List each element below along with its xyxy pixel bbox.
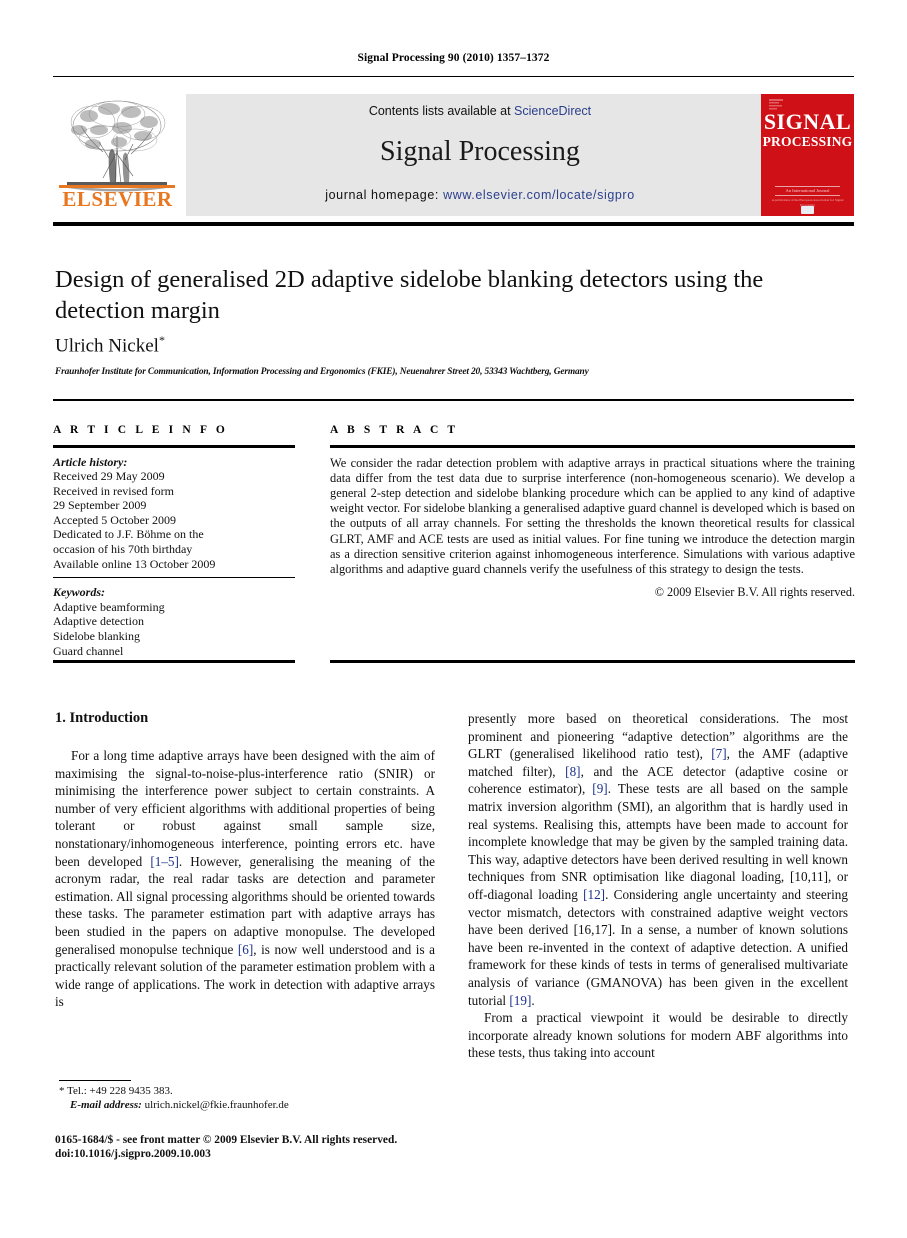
history-item: Received in revised form <box>53 483 174 498</box>
paragraph-text: . <box>531 992 535 1008</box>
footnote-rule <box>59 1080 131 1081</box>
history-item: Dedicated to J.F. Böhme on the <box>53 527 204 542</box>
abstract-text: We consider the radar detection problem … <box>330 455 855 576</box>
body-column-left: 1. Introduction For a long time adaptive… <box>55 710 435 1011</box>
citation-ref[interactable]: [9] <box>592 781 607 796</box>
article-info-heading: A R T I C L E I N F O <box>53 424 228 436</box>
abstract-copyright: © 2009 Elsevier B.V. All rights reserved… <box>654 585 855 600</box>
citation-ref[interactable]: [6] <box>238 942 253 957</box>
contents-band: Contents lists available at ScienceDirec… <box>186 94 774 216</box>
abstract-bottom-rule <box>330 660 855 663</box>
header-rule <box>53 76 854 77</box>
elsevier-wordmark: ELSEVIER <box>62 187 173 211</box>
issn-copyright-line: 0165-1684/$ - see front matter © 2009 El… <box>55 1134 398 1146</box>
footnote-block: * Tel.: +49 228 9435 383. E-mail address… <box>59 1084 439 1112</box>
colophon-block: 0165-1684/$ - see front matter © 2009 El… <box>55 1133 455 1161</box>
history-item: 29 September 2009 <box>53 498 147 513</box>
elsevier-tree-icon <box>59 96 175 192</box>
history-item: Available online 13 October 2009 <box>53 556 216 571</box>
running-head: Signal Processing 90 (2010) 1357–1372 <box>357 52 550 64</box>
paragraph-text: For a long time adaptive arrays have bee… <box>55 748 435 869</box>
citation-ref[interactable]: [8] <box>565 764 580 779</box>
article-history-block: Article history: Received 29 May 2009 Re… <box>53 455 295 572</box>
body-paragraph: presently more based on theoretical cons… <box>468 710 848 1009</box>
citation-ref[interactable]: [1–5] <box>150 854 179 869</box>
body-paragraph: For a long time adaptive arrays have bee… <box>55 747 435 1011</box>
keyword-item: Sidelobe blanking <box>53 629 140 644</box>
title-bottom-rule <box>53 399 854 401</box>
page-title: Design of generalised 2D adaptive sidelo… <box>55 266 764 324</box>
cover-title-line2: PROCESSING <box>762 134 853 149</box>
abstract-heading: A B S T R A C T <box>330 424 459 436</box>
citation-ref[interactable]: [19] <box>509 993 531 1008</box>
section-heading-introduction: 1. Introduction <box>55 710 149 726</box>
cover-title-line1: SIGNAL <box>763 109 852 134</box>
paper-page: Signal Processing 90 (2010) 1357–1372 EL… <box>0 0 907 1238</box>
affiliation: Fraunhofer Institute for Communication, … <box>55 367 589 377</box>
article-info-heading-rule <box>53 445 295 448</box>
contents-available-line: Contents lists available at ScienceDirec… <box>186 104 774 118</box>
author-label: Ulrich Nickel <box>55 335 159 357</box>
email-address-label: E-mail address: <box>70 1099 142 1111</box>
cover-subtitle: An International Journal <box>775 186 840 196</box>
article-info-divider <box>53 577 295 579</box>
email-address-value[interactable]: ulrich.nickel@fkie.fraunhofer.de <box>142 1099 289 1111</box>
body-column-right: presently more based on theoretical cons… <box>468 710 848 1062</box>
history-item: Accepted 5 October 2009 <box>53 512 176 527</box>
body-paragraph: From a practical viewpoint it would be d… <box>468 1010 848 1061</box>
sciencedirect-link[interactable]: ScienceDirect <box>514 104 591 118</box>
journal-title: Signal Processing <box>380 136 580 167</box>
doi-line[interactable]: doi:10.1016/j.sigpro.2009.10.003 <box>55 1147 455 1161</box>
keywords-block: Keywords: Adaptive beamforming Adaptive … <box>53 585 295 658</box>
masthead-bottom-rule <box>53 222 854 226</box>
journal-cover-thumbnail: SIGNAL PROCESSING An International Journ… <box>761 94 854 216</box>
citation-ref[interactable]: [7] <box>711 746 726 761</box>
footnote-tel-line: * Tel.: +49 228 9435 383. <box>59 1084 439 1098</box>
corresponding-author-marker[interactable]: * <box>159 333 165 347</box>
keyword-item: Adaptive detection <box>53 614 144 629</box>
abstract-column: A B S T R A C T We consider the radar de… <box>330 424 855 600</box>
keyword-item: Guard channel <box>53 643 124 658</box>
history-item: occasion of his 70th birthday <box>53 542 193 557</box>
paragraph-text: . These tests are all based on the sampl… <box>468 781 848 902</box>
journal-homepage-link[interactable]: www.elsevier.com/locate/sigpro <box>443 188 635 202</box>
citation-ref[interactable]: [12] <box>583 887 605 902</box>
article-history-label: Article history: <box>53 454 128 469</box>
keyword-item: Adaptive beamforming <box>53 599 165 614</box>
journal-homepage-line: journal homepage: www.elsevier.com/locat… <box>186 188 774 202</box>
journal-masthead: ELSEVIER Contents lists available at Sci… <box>53 94 854 216</box>
footnote-email-line: E-mail address: ulrich.nickel@fkie.fraun… <box>59 1098 439 1112</box>
keywords-label: Keywords: <box>53 585 105 600</box>
contents-prefix: Contents lists available at <box>368 104 515 118</box>
history-item: Received 29 May 2009 <box>53 469 165 484</box>
cover-publisher-logo <box>801 206 814 214</box>
abstract-heading-rule <box>330 445 855 448</box>
footnote-tel: Tel.: +49 228 9435 383. <box>64 1085 173 1097</box>
article-info-column: A R T I C L E I N F O Article history: R… <box>53 424 295 658</box>
homepage-prefix: journal homepage: <box>325 188 444 202</box>
article-info-bottom-rule <box>53 660 295 663</box>
paragraph-text: . Considering angle uncertainty and stee… <box>468 886 848 1008</box>
elsevier-logo: ELSEVIER <box>53 94 182 216</box>
author-name: Ulrich Nickel* <box>55 333 815 357</box>
